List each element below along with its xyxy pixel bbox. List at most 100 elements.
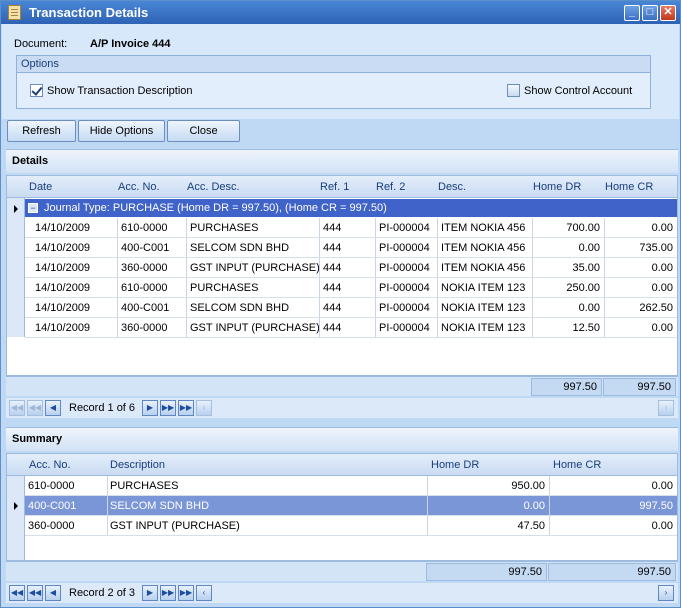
- cell-home-dr: 950.00: [511, 480, 545, 492]
- scroll-left-icon[interactable]: ‹: [196, 400, 212, 416]
- cell-date: 14/10/2009: [35, 282, 91, 294]
- last-record-icon[interactable]: ▶▶: [178, 400, 194, 416]
- column-divider: [427, 496, 428, 516]
- column-divider: [186, 258, 187, 278]
- cell-acc-no: 610-0000: [28, 480, 75, 492]
- next-record-icon[interactable]: ▶: [142, 400, 158, 416]
- document-value: A/P Invoice 444: [90, 38, 171, 50]
- column-divider: [437, 258, 438, 278]
- column-divider: [532, 278, 533, 298]
- first-record-icon[interactable]: ◀◀: [9, 400, 25, 416]
- next-page-icon[interactable]: ▶▶: [160, 400, 176, 416]
- scroll-left-icon[interactable]: ‹: [196, 585, 212, 601]
- column-divider: [532, 318, 533, 338]
- checkbox-checked-icon[interactable]: [30, 84, 43, 97]
- column-divider: [186, 318, 187, 338]
- col-date[interactable]: Date: [29, 181, 52, 193]
- last-record-icon[interactable]: ▶▶: [178, 585, 194, 601]
- prev-record-icon[interactable]: ◀: [45, 400, 61, 416]
- maximize-button[interactable]: □: [642, 5, 658, 21]
- show-control-account-checkbox[interactable]: Show Control Account: [507, 84, 632, 97]
- close-button[interactable]: Close: [167, 120, 240, 142]
- cell-home-cr: 0.00: [651, 222, 673, 234]
- col-ref1[interactable]: Ref. 1: [320, 181, 349, 193]
- cell-date: 14/10/2009: [35, 262, 91, 274]
- refresh-button[interactable]: Refresh: [7, 120, 76, 142]
- collapse-group-icon[interactable]: −: [28, 203, 38, 213]
- col-acc-no[interactable]: Acc. No.: [118, 181, 160, 193]
- column-divider: [375, 298, 376, 318]
- table-row[interactable]: 14/10/2009 610-0000 PURCHASES 444 PI-000004 I…: [25, 218, 677, 238]
- summary-record-text: Record 2 of 3: [69, 587, 136, 599]
- column-divider: [532, 238, 533, 258]
- column-divider: [604, 278, 605, 298]
- cell-ref1: 444: [323, 322, 342, 334]
- col-sum-home-cr[interactable]: Home CR: [553, 459, 601, 471]
- details-header: Details: [6, 149, 678, 173]
- cell-acc-desc: GST INPUT (PURCHASE): [190, 322, 320, 334]
- col-sum-acc-no[interactable]: Acc. No.: [29, 459, 71, 471]
- cell-date: 14/10/2009: [35, 322, 91, 334]
- column-divider: [319, 218, 320, 238]
- first-record-icon[interactable]: ◀◀: [9, 585, 25, 601]
- close-window-button[interactable]: ✕: [660, 5, 676, 21]
- next-record-icon[interactable]: ▶: [142, 585, 158, 601]
- details-navigator: ◀◀ ◀◀ ◀ Record 1 of 6 ▶ ▶▶ ▶▶ ‹ ›: [6, 398, 678, 418]
- table-row[interactable]: 14/10/2009 360-0000 GST INPUT (PURCHASE) 44…: [25, 318, 677, 338]
- col-home-dr[interactable]: Home DR: [533, 181, 581, 193]
- prev-page-icon[interactable]: ◀◀: [27, 585, 43, 601]
- col-sum-home-dr[interactable]: Home DR: [431, 459, 479, 471]
- column-divider: [437, 298, 438, 318]
- col-ref2[interactable]: Ref. 2: [376, 181, 405, 193]
- cell-desc: NOKIA ITEM 123: [441, 322, 526, 334]
- table-row[interactable]: 14/10/2009 610-0000 PURCHASES 444 PI-000004 N…: [25, 278, 677, 298]
- show-description-checkbox[interactable]: Show Transaction Description: [30, 84, 193, 97]
- next-page-icon[interactable]: ▶▶: [160, 585, 176, 601]
- details-grid[interactable]: Date Acc. No. Acc. Desc. Ref. 1 Ref. 2 D…: [6, 175, 678, 376]
- col-home-cr[interactable]: Home CR: [605, 181, 653, 193]
- column-divider: [604, 238, 605, 258]
- table-row[interactable]: 360-0000 GST INPUT (PURCHASE) 47.50 0.00: [7, 516, 677, 536]
- col-acc-desc[interactable]: Acc. Desc.: [187, 181, 240, 193]
- summary-column-headers: Acc. No. Description Home DR Home CR: [7, 454, 677, 476]
- scroll-right-icon[interactable]: ›: [658, 400, 674, 416]
- cell-acc-desc: PURCHASES: [190, 282, 259, 294]
- cell-acc-desc: GST INPUT (PURCHASE): [190, 262, 320, 274]
- column-divider: [375, 318, 376, 338]
- column-divider: [437, 218, 438, 238]
- column-divider: [319, 278, 320, 298]
- column-divider: [532, 258, 533, 278]
- cell-ref1: 444: [323, 222, 342, 234]
- cell-home-cr: 735.00: [639, 242, 673, 254]
- column-divider: [437, 318, 438, 338]
- cell-desc: ITEM NOKIA 456: [441, 262, 526, 274]
- table-row[interactable]: 14/10/2009 360-0000 GST INPUT (PURCHASE) 44…: [25, 258, 677, 278]
- cell-acc-no: 610-0000: [121, 222, 168, 234]
- checkbox-unchecked-icon[interactable]: [507, 84, 520, 97]
- prev-record-icon[interactable]: ◀: [45, 585, 61, 601]
- summary-totals-bar: 997.50 997.50: [6, 561, 678, 581]
- cell-date: 14/10/2009: [35, 302, 91, 314]
- details-totals-bar: 997.50 997.50: [6, 376, 678, 396]
- summary-grid[interactable]: Acc. No. Description Home DR Home CR 610…: [6, 453, 678, 561]
- cell-ref1: 444: [323, 242, 342, 254]
- prev-page-icon[interactable]: ◀◀: [27, 400, 43, 416]
- column-divider: [375, 258, 376, 278]
- cell-ref2: PI-000004: [379, 322, 430, 334]
- scroll-right-icon[interactable]: ›: [658, 585, 674, 601]
- table-row[interactable]: 14/10/2009 400-C001 SELCOM SDN BHD 444 PI-00…: [25, 298, 677, 318]
- table-row[interactable]: 14/10/2009 400-C001 SELCOM SDN BHD 444 PI-00…: [25, 238, 677, 258]
- table-row[interactable]: 610-0000 PURCHASES 950.00 0.00: [7, 476, 677, 496]
- hide-options-button[interactable]: Hide Options: [78, 120, 165, 142]
- col-sum-description[interactable]: Description: [110, 459, 165, 471]
- journal-type-group-row[interactable]: − Journal Type: PURCHASE (Home DR = 997.…: [25, 199, 677, 217]
- col-desc[interactable]: Desc.: [438, 181, 466, 193]
- summary-navigator: ◀◀ ◀◀ ◀ Record 2 of 3 ▶ ▶▶ ▶▶ ‹ ›: [6, 583, 678, 603]
- cell-desc: NOKIA ITEM 123: [441, 282, 526, 294]
- column-divider: [427, 476, 428, 496]
- column-divider: [604, 218, 605, 238]
- title-bar[interactable]: Transaction Details _ □ ✕: [1, 1, 680, 24]
- minimize-button[interactable]: _: [624, 5, 640, 21]
- details-total-cr: 997.50: [603, 378, 676, 396]
- table-row[interactable]: 400-C001 SELCOM SDN BHD 0.00 997.50: [7, 496, 677, 516]
